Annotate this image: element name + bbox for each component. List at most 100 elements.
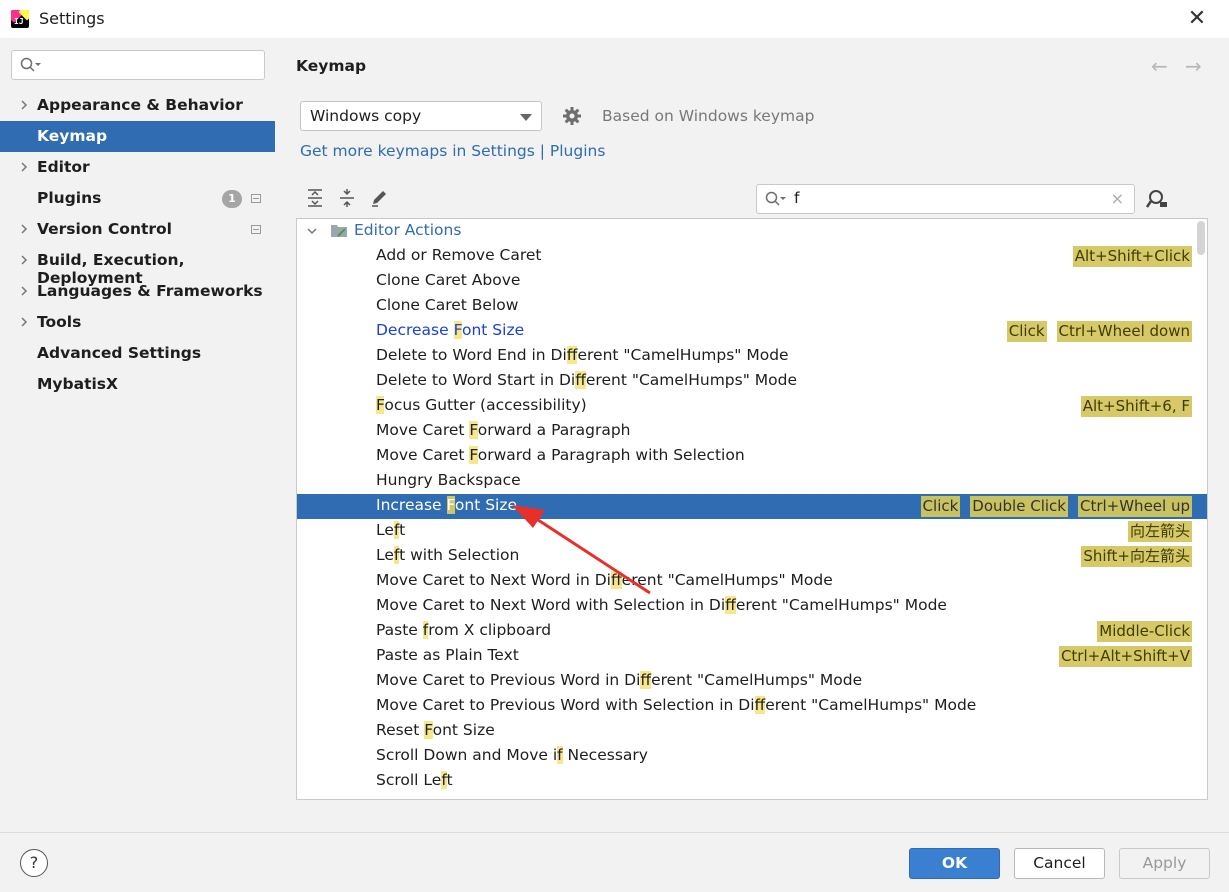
edit-shortcut-icon[interactable] bbox=[369, 188, 389, 208]
gear-icon[interactable] bbox=[562, 106, 582, 126]
keymap-actions-tree: Editor Actions Add or Remove Caret Alt+Sh… bbox=[296, 218, 1208, 800]
action-name-part: erent "CamelHumps" Mode bbox=[765, 696, 977, 714]
action-row[interactable]: Increase Font Size Click Double Click Ctrl+… bbox=[297, 494, 1207, 519]
keymap-panel: Keymap ← → Windows copy Based on Windows… bbox=[275, 38, 1229, 832]
filter-value: f bbox=[794, 189, 800, 207]
action-name: Focus Gutter (accessibility) bbox=[376, 396, 587, 414]
collapse-all-icon[interactable] bbox=[337, 188, 357, 208]
sidebar-item[interactable]: Languages & Frameworks bbox=[0, 276, 275, 307]
action-name: Clone Caret Below bbox=[376, 296, 518, 314]
action-name-part: rom X clipboard bbox=[428, 621, 552, 639]
action-name: Delete to Word End in Different "CamelHu… bbox=[376, 346, 789, 364]
sidebar-item[interactable]: Build, Execution, Deployment bbox=[0, 245, 275, 287]
action-name-part: Delete to Word Start in Di bbox=[376, 371, 576, 389]
settings-nav-list: Appearance & Behavior Keymap Editor Plugins… bbox=[0, 90, 275, 400]
keymap-dropdown[interactable]: Windows copy bbox=[300, 101, 542, 131]
ok-button[interactable]: OK bbox=[909, 848, 1000, 879]
shortcut-list: 向左箭头 bbox=[1127, 521, 1192, 542]
action-name: Left bbox=[376, 521, 405, 539]
action-name: Paste as Plain Text bbox=[376, 646, 519, 664]
action-name-part: Move Caret to Next Word in Di bbox=[376, 571, 611, 589]
sidebar-item[interactable]: Appearance & Behavior bbox=[0, 90, 275, 121]
action-name-part: Move Caret bbox=[376, 421, 470, 439]
action-row[interactable]: Delete to Word End in Different "CamelHu… bbox=[297, 344, 1207, 369]
action-row[interactable]: Paste as Plain Text Ctrl+Alt+Shift+V bbox=[297, 644, 1207, 669]
apply-button[interactable]: Apply bbox=[1119, 848, 1210, 879]
action-row[interactable]: Left with Selection Shift+向左箭头 bbox=[297, 544, 1207, 569]
sidebar-item[interactable]: Version Control bbox=[0, 214, 275, 245]
sidebar-item-label: Languages & Frameworks bbox=[37, 282, 263, 300]
more-keymaps-link[interactable]: Get more keymaps in Settings | Plugins bbox=[300, 142, 605, 160]
sidebar-item[interactable]: MybatisX bbox=[0, 369, 275, 400]
action-row[interactable]: Move Caret to Previous Word in Different… bbox=[297, 669, 1207, 694]
action-name-part: erent "CamelHumps" Mode bbox=[651, 671, 863, 689]
project-settings-icon bbox=[251, 225, 261, 234]
shortcut-list: Click Ctrl+Wheel down bbox=[1006, 321, 1192, 342]
action-row[interactable]: Move Caret Forward a Paragraph bbox=[297, 419, 1207, 444]
action-name-part: Hungry Backspace bbox=[376, 471, 521, 489]
sidebar-item-label: Advanced Settings bbox=[37, 344, 202, 362]
action-name: Move Caret Forward a Paragraph with Sele… bbox=[376, 446, 745, 464]
action-row[interactable]: Clone Caret Above bbox=[297, 269, 1207, 294]
close-window-button[interactable]: ✕ bbox=[1183, 6, 1211, 32]
settings-search-input[interactable] bbox=[11, 50, 265, 80]
action-name-part: t bbox=[399, 521, 406, 539]
action-row[interactable]: Move Caret to Next Word with Selection i… bbox=[297, 594, 1207, 619]
keymap-dropdown-value: Windows copy bbox=[310, 107, 422, 125]
action-name-part: erent "CamelHumps" Mode bbox=[735, 596, 947, 614]
chevron-right-icon[interactable] bbox=[18, 99, 30, 111]
action-row[interactable]: Hungry Backspace bbox=[297, 469, 1207, 494]
action-name: Hungry Backspace bbox=[376, 471, 521, 489]
sidebar-item[interactable]: Editor bbox=[0, 152, 275, 183]
action-row[interactable]: Focus Gutter (accessibility) Alt+Shift+6,… bbox=[297, 394, 1207, 419]
chevron-right-icon[interactable] bbox=[18, 316, 30, 328]
action-row[interactable]: Paste from X clipboard Middle-Click bbox=[297, 619, 1207, 644]
expand-all-icon[interactable] bbox=[305, 188, 325, 208]
forward-arrow-icon[interactable]: → bbox=[1185, 54, 1202, 78]
action-name-part: Necessary bbox=[562, 746, 648, 764]
action-name-part: Increase bbox=[376, 496, 447, 514]
chevron-right-icon[interactable] bbox=[18, 223, 30, 235]
action-name-part: ont Size bbox=[461, 321, 525, 339]
sidebar-item[interactable]: Tools bbox=[0, 307, 275, 338]
sidebar-item[interactable]: Plugins 1 bbox=[0, 183, 275, 214]
chevron-right-icon[interactable] bbox=[18, 254, 30, 266]
action-name-part: orward a Paragraph with Selection bbox=[477, 446, 745, 464]
action-row[interactable]: Decrease Font Size Click Ctrl+Wheel down bbox=[297, 319, 1207, 344]
action-name: Move Caret to Next Word in Different "Ca… bbox=[376, 571, 833, 589]
match-highlight: F bbox=[446, 496, 455, 514]
chevron-down-icon[interactable] bbox=[306, 225, 318, 237]
find-by-shortcut-icon[interactable] bbox=[1146, 189, 1168, 209]
action-name: Move Caret to Next Word with Selection i… bbox=[376, 596, 947, 614]
chevron-right-icon[interactable] bbox=[18, 285, 30, 297]
action-row[interactable]: Move Caret to Next Word in Different "Ca… bbox=[297, 569, 1207, 594]
action-row[interactable]: Move Caret Forward a Paragraph with Sele… bbox=[297, 444, 1207, 469]
cancel-button[interactable]: Cancel bbox=[1014, 848, 1105, 879]
tree-group-row[interactable]: Editor Actions bbox=[297, 219, 1207, 244]
action-row[interactable]: Scroll Left bbox=[297, 769, 1207, 794]
action-filter-input[interactable]: f × bbox=[756, 184, 1135, 214]
action-name-part: ont Size bbox=[432, 721, 495, 739]
sidebar-item[interactable]: Advanced Settings bbox=[0, 338, 275, 369]
search-icon bbox=[765, 191, 786, 206]
back-arrow-icon[interactable]: ← bbox=[1151, 54, 1168, 78]
window-title: Settings bbox=[39, 9, 105, 28]
action-row[interactable]: Delete to Word Start in Different "Camel… bbox=[297, 369, 1207, 394]
action-name-part: Move Caret bbox=[376, 446, 470, 464]
action-name-part: ocus Gutter (accessibility) bbox=[384, 396, 587, 414]
action-row[interactable]: Add or Remove Caret Alt+Shift+Click bbox=[297, 244, 1207, 269]
action-row[interactable]: Reset Font Size bbox=[297, 719, 1207, 744]
help-button[interactable]: ? bbox=[20, 849, 48, 877]
action-row[interactable]: Clone Caret Below bbox=[297, 294, 1207, 319]
action-name-part: Delete to Word End in Di bbox=[376, 346, 567, 364]
shortcut-badge: Ctrl+Alt+Shift+V bbox=[1058, 646, 1192, 667]
action-name: Decrease Font Size bbox=[376, 321, 524, 339]
action-row[interactable]: Left 向左箭头 bbox=[297, 519, 1207, 544]
shortcut-badge: Click bbox=[920, 496, 961, 517]
sidebar-item[interactable]: Keymap bbox=[0, 121, 275, 152]
chevron-right-icon[interactable] bbox=[18, 161, 30, 173]
action-name-part: Clone Caret Below bbox=[376, 296, 519, 314]
action-row[interactable]: Move Caret to Previous Word with Selecti… bbox=[297, 694, 1207, 719]
clear-filter-icon[interactable]: × bbox=[1111, 189, 1124, 208]
action-row[interactable]: Scroll Down and Move if Necessary bbox=[297, 744, 1207, 769]
